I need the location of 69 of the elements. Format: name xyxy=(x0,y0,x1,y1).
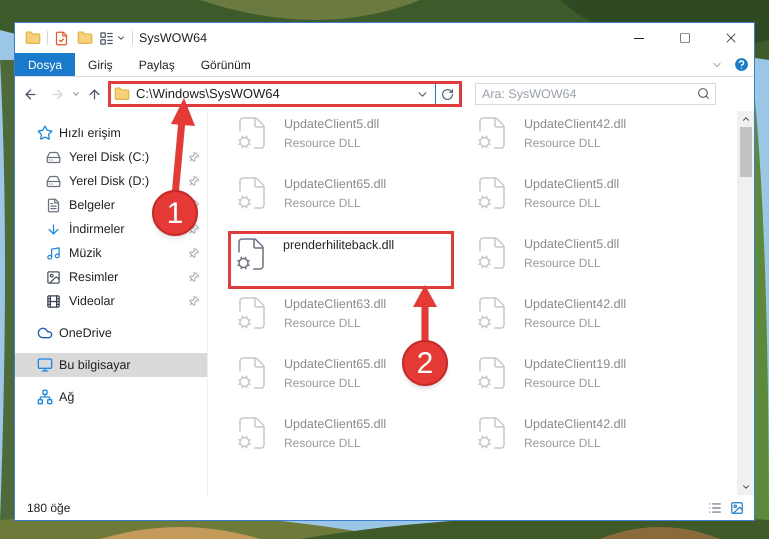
file-type: Resource DLL xyxy=(524,374,602,392)
file-type: Resource DLL xyxy=(524,254,602,272)
file-name: UpdateClient42.dll xyxy=(524,116,626,133)
nav-item[interactable]: Müzik xyxy=(46,244,102,262)
file-type: Resource DLL xyxy=(524,314,602,332)
search-icon xyxy=(697,87,710,100)
file-name: UpdateClient5.dll xyxy=(524,236,620,253)
nav-item[interactable]: Belgeler xyxy=(46,196,115,214)
music-note-icon xyxy=(46,246,61,260)
file-type: Resource DLL xyxy=(284,374,362,392)
maximize-icon xyxy=(679,32,691,44)
scrollbar-thumb[interactable] xyxy=(740,127,752,177)
nav-item[interactable]: Yerel Disk (C:) xyxy=(46,148,150,166)
ribbon-tab[interactable]: Giriş xyxy=(75,53,126,76)
refresh-icon[interactable] xyxy=(441,88,454,100)
file-type: Resource DLL xyxy=(284,434,362,452)
down-arrow-icon xyxy=(46,222,61,236)
file-name: UpdateClient42.dll xyxy=(524,296,626,313)
search-field[interactable]: Ara: SysWOW64 xyxy=(475,83,716,105)
folder-icon xyxy=(114,86,130,102)
nav-item[interactable]: Ağ xyxy=(15,385,207,409)
file-name: UpdateClient5.dll xyxy=(524,176,620,193)
nav-item[interactable]: Videolar xyxy=(46,292,115,310)
file-type: Resource DLL xyxy=(524,134,602,152)
drive-icon xyxy=(46,174,61,188)
monitor-icon xyxy=(37,357,53,373)
address-bar[interactable]: C:\Windows\SysWOW64 xyxy=(108,81,462,107)
large-icons-view-icon[interactable] xyxy=(730,500,744,514)
file-type: Resource DLL xyxy=(524,194,602,212)
file-name: UpdateClient5.dll xyxy=(284,116,380,133)
image-icon xyxy=(46,270,61,284)
nav-item[interactable]: Yerel Disk (D:) xyxy=(46,172,150,190)
file-name: prenderhiliteback.dll xyxy=(283,237,394,254)
file-name: UpdateClient63.dll xyxy=(284,296,386,313)
file-item[interactable]: prenderhiliteback.dll xyxy=(228,231,454,289)
film-icon xyxy=(46,294,61,308)
nav-item[interactable]: Hızlı erişim xyxy=(15,121,207,145)
network-icon xyxy=(37,389,53,405)
window-title: SysWOW64 xyxy=(139,30,208,47)
document-icon xyxy=(46,198,61,212)
file-name: UpdateClient65.dll xyxy=(284,356,386,373)
file-type: Resource DLL xyxy=(284,314,362,332)
nav-item[interactable]: İndirmeler xyxy=(46,220,125,238)
nav-item[interactable]: Resimler xyxy=(46,268,118,286)
up-icon[interactable] xyxy=(87,86,102,102)
file-name: UpdateClient65.dll xyxy=(284,176,386,193)
details-view-icon[interactable] xyxy=(708,500,722,514)
file-name: UpdateClient19.dll xyxy=(524,356,626,373)
pointer-arrow xyxy=(413,285,437,342)
item-count: 180 öğe xyxy=(27,500,70,516)
back-icon[interactable] xyxy=(23,86,38,102)
file-name: UpdateClient65.dll xyxy=(284,416,386,433)
file-type: Resource DLL xyxy=(284,194,362,212)
properties-icon[interactable] xyxy=(54,30,69,46)
file-name: UpdateClient42.dll xyxy=(524,416,626,433)
ribbon-tab[interactable]: Görünüm xyxy=(188,53,264,76)
ribbon-tab[interactable]: Dosya xyxy=(15,53,76,76)
nav-item[interactable]: OneDrive xyxy=(15,321,207,345)
file-type: Resource DLL xyxy=(524,434,602,452)
cloud-icon xyxy=(37,325,53,341)
nav-item[interactable]: Bu bilgisayar xyxy=(15,353,207,377)
view-icon[interactable] xyxy=(99,30,114,46)
file-type: Resource DLL xyxy=(284,134,362,152)
ribbon-tab[interactable]: Paylaş xyxy=(126,53,188,76)
help-icon[interactable] xyxy=(733,56,750,73)
star-icon xyxy=(37,125,53,141)
drive-icon xyxy=(46,150,61,164)
scrollbar[interactable] xyxy=(737,111,754,495)
address-path: C:\Windows\SysWOW64 xyxy=(136,85,280,104)
